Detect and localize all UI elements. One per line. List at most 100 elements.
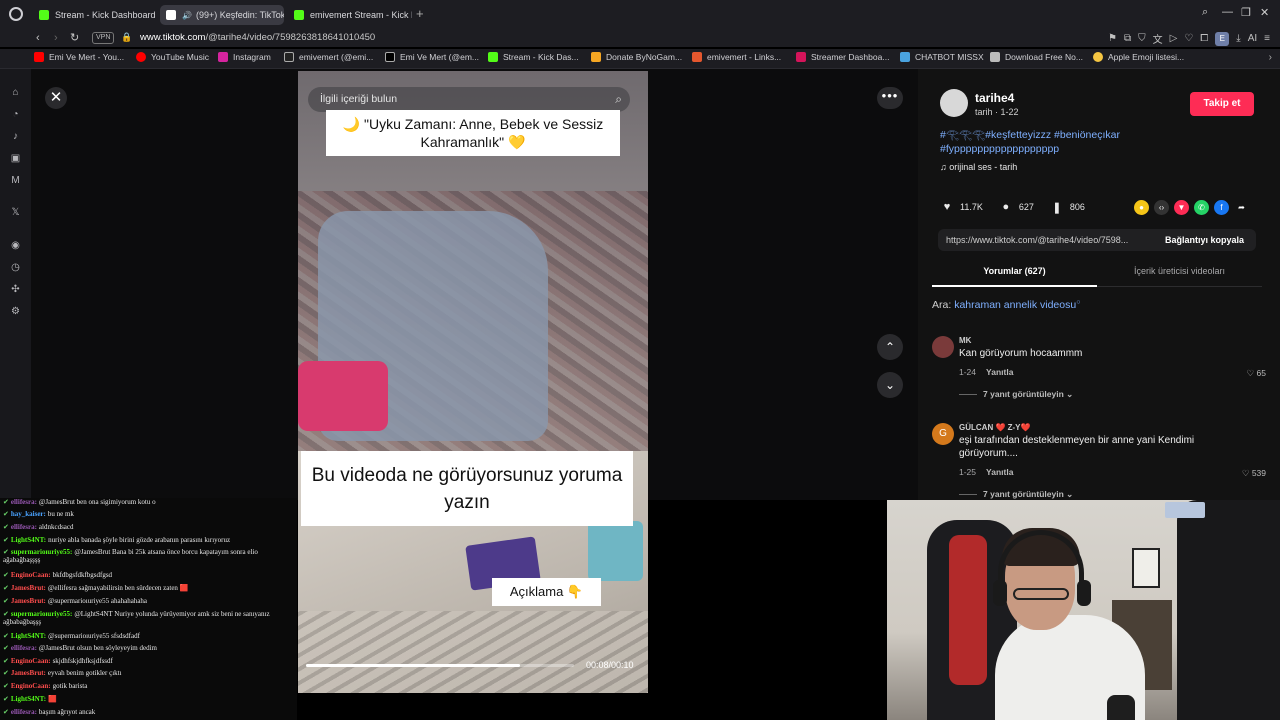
chat-username[interactable]: ellifesra: [11, 644, 37, 652]
extensions-sidebar-icon[interactable]: ✣ [9, 283, 22, 296]
commenter-avatar[interactable] [932, 336, 954, 358]
extensions-icon[interactable]: ⧠ [1200, 33, 1208, 44]
new-tab-button[interactable]: + [416, 7, 424, 21]
next-video-button[interactable]: ⌄ [877, 372, 903, 398]
aria-icon[interactable]: ◔ [9, 108, 22, 121]
search-tabs-icon[interactable]: ⌕ [1202, 6, 1208, 19]
chat-username[interactable]: supermarioıuriye55: [11, 548, 72, 556]
ai-button[interactable]: AI [1248, 33, 1257, 44]
bookmark-item[interactable]: Emi Ve Mert - You... [34, 52, 124, 62]
home-icon[interactable]: ⌂ [9, 86, 22, 99]
creator-username[interactable]: tarihe4 [975, 91, 1014, 105]
wallet-icon[interactable]: ▣ [9, 152, 22, 165]
tab-creator-videos[interactable]: İçerik üreticisi videoları [1097, 262, 1262, 280]
bookmark-icon[interactable]: ⚑ [1108, 33, 1117, 44]
facebook-icon[interactable]: f [1214, 200, 1229, 215]
save-button[interactable]: ❚ 806 [1050, 201, 1085, 214]
history-icon[interactable]: ◷ [9, 261, 22, 274]
chat-username[interactable]: LightS4NT: [11, 632, 46, 640]
shield-icon[interactable]: ⛉ [1138, 33, 1146, 44]
bookmark-item[interactable]: emivemert - Links... [692, 52, 781, 62]
whatsapp-icon[interactable]: ✆ [1194, 200, 1209, 215]
related-search-input[interactable]: İlgili içeriği bulun ⌕ [308, 87, 630, 112]
messenger-icon[interactable]: M [9, 174, 22, 187]
bookmark-item[interactable]: Emi Ve Mert (@em... [385, 52, 479, 62]
send-icon[interactable]: ▼ [1174, 200, 1189, 215]
profile-avatar[interactable]: E [1215, 31, 1230, 46]
translate-icon[interactable]: 文 [1153, 31, 1163, 46]
copy-link-button[interactable]: Bağlantıyı kopyala [1165, 229, 1244, 251]
close-video-button[interactable]: ✕ [45, 87, 67, 109]
view-replies-button[interactable]: 7 yanıt görüntüleyin ⌄ [959, 389, 1073, 400]
lock-icon[interactable]: 🔒 [121, 32, 132, 43]
heart-icon[interactable]: ♡ [1184, 33, 1193, 44]
follow-button[interactable]: Takip et [1190, 92, 1254, 116]
comment-like-button[interactable]: ♡ 539 [1242, 468, 1266, 479]
tab-tiktok[interactable]: 🔊 (99+) Keşfedin: TikTok [160, 5, 284, 25]
play-icon[interactable]: ▷ [1170, 33, 1178, 44]
reply-button[interactable]: Yanıtla [986, 467, 1013, 477]
bookmark-item[interactable]: YouTube Music [136, 52, 209, 62]
chat-username[interactable]: EnginoCaan: [11, 682, 51, 690]
x-sidebar-icon[interactable]: 𝕏 [9, 206, 22, 219]
tab-kick-dashboard[interactable]: Stream - Kick Dashboard [33, 5, 155, 25]
creator-avatar[interactable] [940, 89, 968, 117]
chat-username[interactable]: LightS4NT: [11, 536, 46, 544]
like-button[interactable]: ♥ 11.7K [940, 201, 983, 213]
bookmarks-more-icon[interactable]: › [1269, 52, 1272, 63]
commenter-avatar[interactable]: G [932, 423, 954, 445]
search-icon[interactable]: ⌕ [615, 87, 622, 112]
chat-username[interactable]: JamesBrut: [11, 669, 46, 677]
vpn-badge[interactable]: VPN [92, 32, 115, 44]
download-icon[interactable]: ⤓ [1236, 33, 1240, 44]
chat-username[interactable]: hay_kaiser: [11, 510, 46, 518]
comment-like-button[interactable]: ♡ 65 [1247, 368, 1266, 379]
bookmark-item[interactable]: emivemert (@emi... [284, 52, 373, 62]
previous-video-button[interactable]: ⌃ [877, 334, 903, 360]
more-options-button[interactable]: ••• [877, 87, 903, 109]
chat-username[interactable]: ellifesra: [11, 708, 37, 716]
bookmark-item[interactable]: Apple Emoji listesi... [1093, 52, 1184, 62]
settings-icon[interactable]: ⚙ [9, 305, 22, 318]
maximize-button[interactable]: ❐ [1241, 6, 1251, 19]
chat-username[interactable]: EnginoCaan: [11, 571, 51, 579]
embed-icon[interactable]: ‹› [1154, 200, 1169, 215]
view-replies-button[interactable]: 7 yanıt görüntüleyin ⌄ [959, 489, 1073, 500]
bookmark-item[interactable]: Instagram [218, 52, 271, 62]
chat-username[interactable]: EnginoCaan: [11, 657, 51, 665]
chat-username[interactable]: ellifesra: [11, 523, 37, 531]
browser-logo-icon[interactable] [9, 7, 23, 21]
commenter-name[interactable]: GÜLCAN ❤️ Z-Y❤️ [959, 423, 1030, 432]
hashtags[interactable]: #𓂀𓂀𓂀#keşfetteyizzz #beniöneçıkar #fypppp… [940, 128, 1180, 156]
tab-kick-stream[interactable]: emivemert Stream - Kick D [288, 5, 412, 25]
search-suggestion[interactable]: Ara: kahraman annelik videosu○ [932, 299, 1080, 311]
reload-button[interactable]: ↻ [70, 29, 79, 47]
sound-link[interactable]: ♫ orijinal ses - tarih [940, 162, 1017, 172]
back-button[interactable]: ‹ [36, 29, 40, 47]
menu-icon[interactable]: ≡ [1264, 33, 1270, 44]
commenter-name[interactable]: MK [959, 336, 971, 345]
chat-username[interactable]: supermarioıuriye55: [11, 610, 72, 618]
chat-username[interactable]: JamesBrut: [11, 584, 46, 592]
url-field[interactable]: www.tiktok.com/@tarihe4/video/7598263818… [140, 32, 375, 43]
share-more-icon[interactable]: ➦ [1234, 200, 1249, 215]
tab-comments[interactable]: Yorumlar (627) [932, 262, 1097, 287]
forward-button[interactable]: › [54, 29, 58, 47]
bookmark-item[interactable]: Streamer Dashboa... [796, 52, 889, 62]
reply-button[interactable]: Yanıtla [986, 367, 1013, 377]
screenshot-icon[interactable]: ⧉ [1124, 33, 1131, 44]
chat-username[interactable]: JamesBrut: [11, 597, 46, 605]
record-icon[interactable]: ◉ [9, 239, 22, 252]
player-icon[interactable]: ♪ [9, 130, 22, 143]
bookmark-item[interactable]: CHATBOT MISSX [900, 52, 984, 62]
chat-username[interactable]: LightS4NT: [11, 695, 46, 703]
bookmark-item[interactable]: Donate ByNoGam... [591, 52, 682, 62]
chat-username[interactable]: ellifesra: [11, 498, 37, 506]
bookmark-item[interactable]: Stream - Kick Das... [488, 52, 579, 62]
bookmark-item[interactable]: Download Free No... [990, 52, 1083, 62]
coin-icon[interactable]: ● [1134, 200, 1149, 215]
close-window-button[interactable]: ✕ [1260, 6, 1269, 19]
minimize-button[interactable]: — [1222, 6, 1233, 18]
comment-button[interactable]: ● 627 [999, 201, 1034, 213]
bookmark-label: Streamer Dashboa... [811, 52, 890, 62]
